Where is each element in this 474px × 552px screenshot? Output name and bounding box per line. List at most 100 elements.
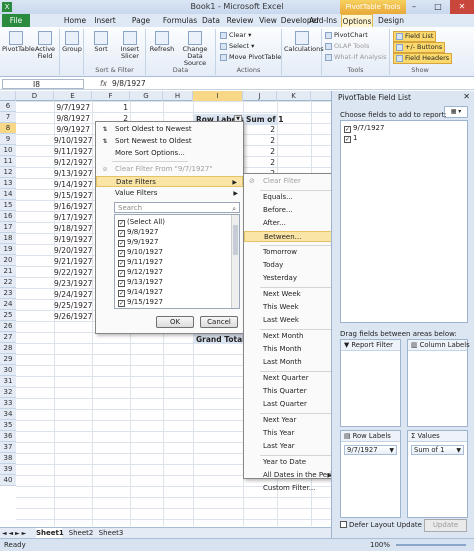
row-header[interactable]: 16 (0, 211, 16, 222)
checkbox-checked-icon[interactable]: ✓ (344, 126, 351, 133)
row-header[interactable]: 7 (0, 112, 16, 123)
checkbox-checked-icon[interactable]: ✓ (118, 260, 125, 267)
row-header[interactable]: 39 (0, 464, 16, 475)
sum-cell[interactable]: 2 (244, 135, 277, 146)
row-header[interactable]: 14 (0, 189, 16, 200)
change-data-source-button[interactable]: Change Data Source (176, 31, 214, 67)
maximize-button[interactable]: □ (426, 0, 450, 14)
checkbox-checked-icon[interactable]: ✓ (118, 280, 125, 287)
row-header[interactable]: 29 (0, 354, 16, 365)
date-filter-option[interactable]: Last Quarter (244, 399, 337, 410)
date-cell[interactable]: 9/16/1927 (54, 201, 92, 212)
sort-button[interactable]: Sort (86, 31, 116, 53)
tab-data[interactable]: Data (198, 14, 224, 27)
row-header[interactable]: 20 (0, 255, 16, 266)
row-header[interactable]: 28 (0, 343, 16, 354)
select-all-corner[interactable] (0, 91, 16, 101)
filter-item[interactable]: ✓ (Select All) (118, 217, 165, 227)
date-filter-option[interactable]: Next Quarter (244, 373, 337, 384)
tab-home[interactable]: Home (60, 14, 90, 27)
active-field-button[interactable]: Active Field (31, 31, 59, 60)
column-header[interactable]: K (277, 91, 311, 101)
row-header[interactable]: 15 (0, 200, 16, 211)
pivotchart-button[interactable]: PivotChart (325, 31, 368, 40)
date-cell[interactable]: 9/12/1927 (54, 157, 92, 168)
row-header[interactable]: 30 (0, 365, 16, 376)
date-filter-option[interactable]: Last Month (244, 357, 337, 368)
close-button[interactable]: ✕ (450, 0, 474, 14)
select-button[interactable]: Select ▾ (220, 42, 254, 51)
insert-slicer-button[interactable]: Insert Slicer (116, 31, 144, 60)
filter-item[interactable]: ✓9/16/1927 (118, 307, 163, 308)
tab-page-layout[interactable]: Page Layout (120, 14, 162, 38)
row-labels-area[interactable]: ▤ Row Labels 9/7/1927 ▼ (340, 430, 401, 518)
pivottable-button[interactable]: PivotTable (2, 31, 35, 53)
row-field-chip[interactable]: 9/7/1927 ▼ (344, 445, 397, 455)
column-header[interactable]: H (163, 91, 193, 101)
row-header[interactable]: 19 (0, 244, 16, 255)
tab-review[interactable]: Review (224, 14, 256, 27)
date-filter-option[interactable]: This Month (244, 344, 337, 355)
filter-item[interactable]: ✓ 9/11/1927 (118, 257, 163, 267)
row-header[interactable]: 25 (0, 310, 16, 321)
checkbox-checked-icon[interactable]: ✓ (118, 290, 125, 297)
tab-view[interactable]: View (256, 14, 280, 27)
zoom-slider[interactable] (396, 544, 466, 546)
olap-tools-button[interactable]: OLAP Tools (325, 42, 369, 51)
date-filter-option[interactable]: Last Week (244, 315, 337, 326)
row-header[interactable]: 8 (0, 123, 16, 134)
column-header[interactable]: F (92, 91, 130, 101)
row-header[interactable]: 21 (0, 266, 16, 277)
value-field-chip[interactable]: Sum of 1 ▼ (411, 445, 464, 455)
tab-design[interactable]: Design (375, 14, 407, 27)
date-cell[interactable]: 9/9/1927 (54, 124, 92, 135)
date-filter-option[interactable]: Between... (244, 231, 337, 242)
tab-insert[interactable]: Insert (90, 14, 120, 27)
column-header[interactable]: G (130, 91, 163, 101)
sum-cell[interactable]: 2 (244, 124, 277, 135)
row-header[interactable]: 9 (0, 134, 16, 145)
menu-sort-newest[interactable]: ⇅ Sort Newest to Oldest (96, 136, 243, 147)
row-header[interactable]: 32 (0, 387, 16, 398)
checkbox-checked-icon[interactable]: ✓ (344, 136, 351, 143)
date-filter-option[interactable]: This Quarter (244, 386, 337, 397)
filter-values-list[interactable]: ✓ (Select All) ✓ 9/8/1927 ✓ 9/9/1927 ✓ 9/10/192… (114, 214, 240, 309)
row-header[interactable]: 22 (0, 277, 16, 288)
date-filter-option[interactable]: Next Year (244, 415, 337, 426)
cancel-button[interactable]: Cancel (200, 316, 238, 328)
date-cell[interactable]: 9/26/1927 (54, 311, 92, 322)
checkbox-checked-icon[interactable]: ✓ (118, 270, 125, 277)
tab-options[interactable]: Options (341, 14, 373, 27)
column-labels-area[interactable]: ▥ Column Labels (407, 339, 470, 427)
scroll-thumb[interactable] (233, 225, 238, 255)
filter-item[interactable]: ✓ 9/9/1927 (118, 237, 158, 247)
group-button[interactable]: Group (62, 31, 82, 53)
clear-button[interactable]: Clear ▾ (220, 31, 251, 40)
date-cell[interactable]: 9/8/1927 (54, 113, 92, 124)
row-header[interactable]: 17 (0, 222, 16, 233)
row-header[interactable]: 24 (0, 299, 16, 310)
row-header[interactable]: 33 (0, 398, 16, 409)
pane-close-icon[interactable]: ✕ (463, 92, 470, 101)
row-header[interactable]: 6 (0, 101, 16, 112)
move-pivottable-button[interactable]: Move PivotTable (220, 53, 281, 62)
date-cell[interactable]: 9/15/1927 (54, 190, 92, 201)
date-filter-option[interactable]: Before... (244, 205, 337, 216)
menu-date-filters[interactable]: Date Filters ▶ (96, 176, 243, 187)
menu-value-filters[interactable]: Value Filters ▶ (96, 188, 243, 199)
date-cell[interactable]: 9/17/1927 (54, 212, 92, 223)
checkbox-checked-icon[interactable]: ✓ (118, 220, 125, 227)
date-cell[interactable]: 9/13/1927 (54, 168, 92, 179)
menu-sort-oldest[interactable]: ⇅ Sort Oldest to Newest (96, 124, 243, 135)
row-header[interactable]: 40 (0, 475, 16, 486)
row-header[interactable]: 13 (0, 178, 16, 189)
update-button[interactable]: Update (424, 519, 467, 532)
tab-add-ins[interactable]: Add-Ins (305, 14, 341, 27)
buttons-toggle[interactable]: +/- Buttons (393, 42, 446, 53)
date-cell[interactable]: 9/23/1927 (54, 278, 92, 289)
zoom-level[interactable]: 100% (370, 539, 390, 552)
date-filter-option[interactable]: This Week (244, 302, 337, 313)
field-list-toggle[interactable]: Field List (393, 31, 437, 42)
row-header[interactable]: 27 (0, 332, 16, 343)
value-cell[interactable]: 1 (92, 102, 130, 113)
